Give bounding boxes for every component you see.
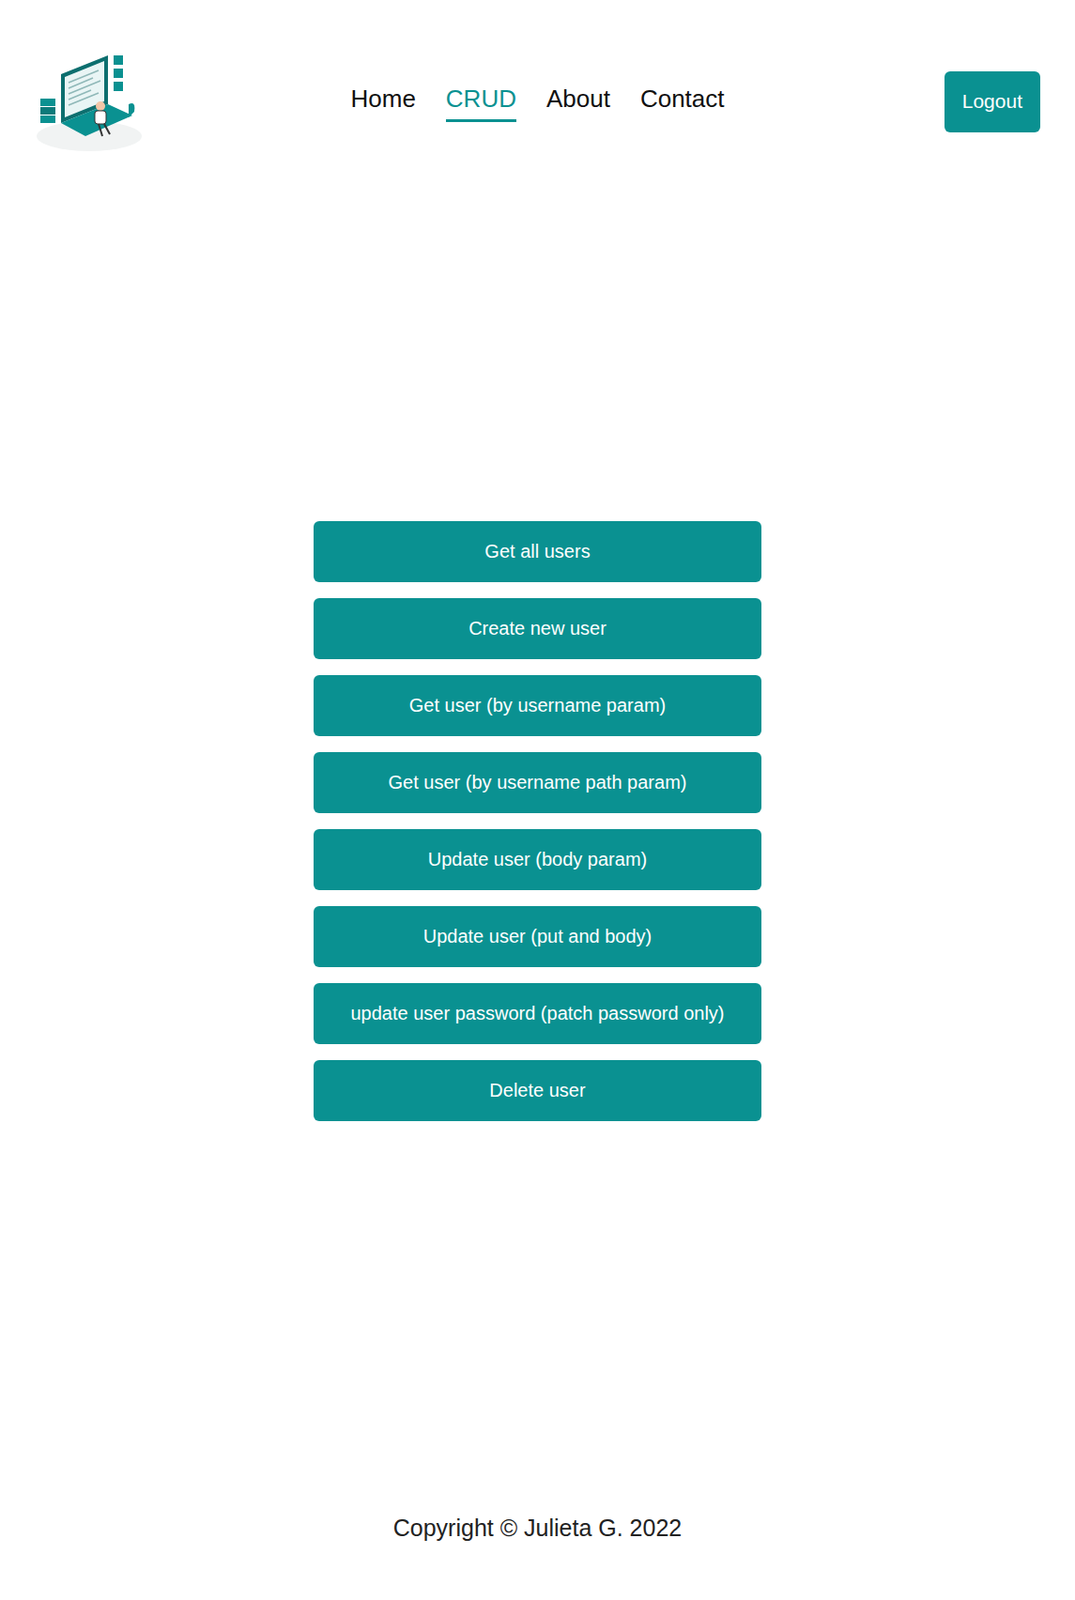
action-button[interactable]: Update user (body param) [313,829,762,891]
header: Home CRUD About Contact Logout [0,0,1075,166]
action-button[interactable]: Get user (by username param) [313,675,762,737]
action-button[interactable]: Get user (by username path param) [313,752,762,814]
footer: Copyright © Julieta G. 2022 [0,1455,1075,1600]
logout-button[interactable]: Logout [944,71,1041,133]
main-nav: Home CRUD About Contact [350,80,724,123]
crud-actions: Get all users Create new user Get user (by… [0,165,1075,1456]
action-button[interactable]: Get all users [313,521,762,583]
page: Home CRUD About Contact Logout Get all users C… [0,0,1075,1600]
action-button[interactable]: Create new user [313,598,762,660]
action-button[interactable]: Delete user [313,1059,762,1122]
action-button[interactable]: Update user (put and body) [313,906,762,968]
copyright-text: Copyright © Julieta G. 2022 [393,1514,682,1542]
logo[interactable] [34,49,351,154]
nav-item[interactable]: CRUD [445,80,517,123]
nav-item[interactable]: About [546,80,611,123]
developer-laptop-icon [34,49,146,154]
nav-item[interactable]: Contact [640,80,725,123]
nav-item[interactable]: Home [350,80,415,123]
action-button[interactable]: update user password (patch password onl… [313,982,762,1045]
